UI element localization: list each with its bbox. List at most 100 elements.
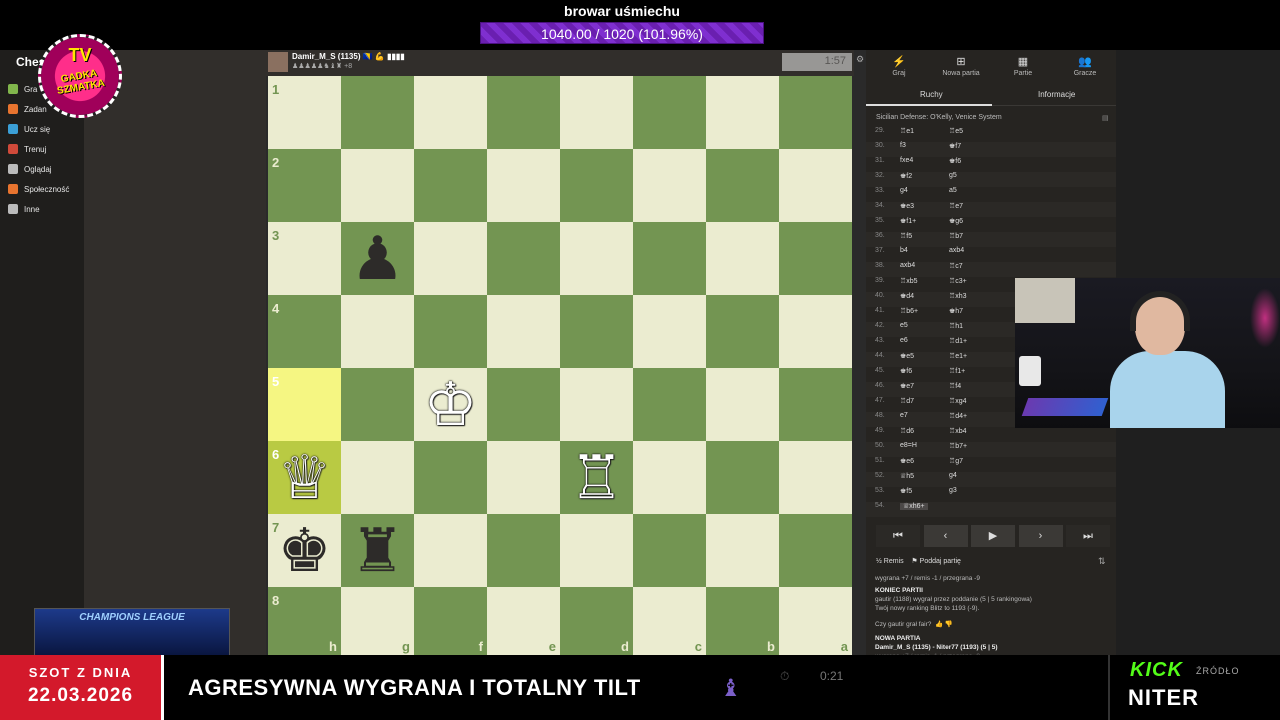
- square-f3[interactable]: [414, 222, 487, 295]
- square-g8[interactable]: g: [341, 587, 414, 656]
- square-b5[interactable]: [706, 368, 779, 441]
- remis-button[interactable]: ½ Remis: [876, 558, 904, 565]
- square-f4[interactable]: [414, 295, 487, 368]
- white-move[interactable]: ♚e3: [900, 202, 914, 210]
- square-g5[interactable]: [341, 368, 414, 441]
- white-move[interactable]: ♚e6: [900, 457, 914, 465]
- square-c1[interactable]: [633, 76, 706, 149]
- first-move-button[interactable]: ⏮: [876, 525, 920, 547]
- square-e7[interactable]: [487, 514, 560, 587]
- white-move[interactable]: e8=H: [900, 442, 917, 449]
- square-a5[interactable]: [779, 368, 852, 441]
- black-king[interactable]: ♚: [268, 514, 341, 587]
- thumbs-down-icon[interactable]: 👎: [945, 621, 953, 628]
- black-move[interactable]: ♖c3+: [949, 277, 967, 285]
- black-move[interactable]: ♖e7: [949, 202, 963, 210]
- square-d4[interactable]: [560, 295, 633, 368]
- black-move[interactable]: ♖f4: [949, 382, 961, 390]
- white-move[interactable]: axb4: [900, 262, 915, 269]
- square-h3[interactable]: 3: [268, 222, 341, 295]
- black-move[interactable]: ♖b7: [949, 232, 963, 240]
- black-move[interactable]: a5: [949, 187, 957, 194]
- white-move[interactable]: ♖d7: [900, 397, 914, 405]
- square-d3[interactable]: [560, 222, 633, 295]
- black-move[interactable]: axb4: [949, 247, 964, 254]
- opening-name[interactable]: Sicilian Defense: O'Kelly, Venice System: [876, 114, 1002, 121]
- top-player-name[interactable]: Damir_M_S (1135) 🇧🇦 💪 ▮▮▮▮: [292, 52, 405, 61]
- black-move[interactable]: ♚h7: [949, 307, 963, 315]
- square-g1[interactable]: [341, 76, 414, 149]
- square-b4[interactable]: [706, 295, 779, 368]
- square-e5[interactable]: [487, 368, 560, 441]
- black-move[interactable]: ♖g7: [949, 457, 963, 465]
- black-move[interactable]: ♖xg4: [949, 397, 967, 405]
- sidebar-item-6[interactable]: Inne: [8, 200, 40, 218]
- white-move[interactable]: ♚f6: [900, 367, 912, 375]
- square-f2[interactable]: [414, 149, 487, 222]
- white-move[interactable]: e6: [900, 337, 908, 344]
- white-move[interactable]: ♚e5: [900, 352, 914, 360]
- square-c2[interactable]: [633, 149, 706, 222]
- white-move[interactable]: ♖b6+: [900, 307, 918, 315]
- square-h2[interactable]: 2: [268, 149, 341, 222]
- square-e3[interactable]: [487, 222, 560, 295]
- square-h5[interactable]: 5: [268, 368, 341, 441]
- square-b2[interactable]: [706, 149, 779, 222]
- tab-0[interactable]: ⚡ Graj: [870, 55, 928, 77]
- square-f6[interactable]: [414, 441, 487, 514]
- square-b3[interactable]: [706, 222, 779, 295]
- square-c7[interactable]: [633, 514, 706, 587]
- black-move[interactable]: ♚f6: [949, 157, 961, 165]
- square-e1[interactable]: [487, 76, 560, 149]
- black-move[interactable]: g5: [949, 172, 957, 179]
- black-rook[interactable]: ♜: [341, 514, 414, 587]
- square-d7[interactable]: [560, 514, 633, 587]
- sidebar-item-4[interactable]: Oglądaj: [8, 160, 52, 178]
- black-move[interactable]: g3: [949, 487, 957, 494]
- square-f8[interactable]: f: [414, 587, 487, 656]
- tab-2[interactable]: ▦ Partie: [994, 55, 1052, 77]
- sidebar-item-3[interactable]: Trenuj: [8, 140, 46, 158]
- white-move[interactable]: b4: [900, 247, 908, 254]
- white-move[interactable]: ♖xb5: [900, 277, 918, 285]
- white-move[interactable]: ♚f5: [900, 487, 912, 495]
- square-a6[interactable]: [779, 441, 852, 514]
- tab-info[interactable]: Informacje: [1038, 90, 1075, 99]
- white-king[interactable]: ♔: [414, 368, 487, 441]
- square-d1[interactable]: [560, 76, 633, 149]
- tab-1[interactable]: ⊞ Nowa partia: [932, 55, 990, 77]
- black-move[interactable]: ♖d1+: [949, 337, 967, 345]
- square-a4[interactable]: [779, 295, 852, 368]
- white-move[interactable]: ♖e1: [900, 127, 914, 135]
- black-move[interactable]: ♚g6: [949, 217, 963, 225]
- square-g4[interactable]: [341, 295, 414, 368]
- square-a2[interactable]: [779, 149, 852, 222]
- tab-moves[interactable]: Ruchy: [920, 90, 943, 99]
- play-button[interactable]: ▶: [971, 525, 1015, 547]
- flip-board-icon[interactable]: ⇅: [1098, 556, 1106, 567]
- square-h4[interactable]: 4: [268, 295, 341, 368]
- gear-icon[interactable]: ⚙: [856, 54, 864, 65]
- square-d5[interactable]: [560, 368, 633, 441]
- square-a1[interactable]: [779, 76, 852, 149]
- square-c3[interactable]: [633, 222, 706, 295]
- black-move[interactable]: ♖xb4: [949, 427, 967, 435]
- thumbs-up-icon[interactable]: 👍: [935, 621, 943, 628]
- square-e8[interactable]: e: [487, 587, 560, 656]
- white-rook[interactable]: ♖: [560, 441, 633, 514]
- sidebar-item-5[interactable]: Społeczność: [8, 180, 69, 198]
- square-d8[interactable]: d: [560, 587, 633, 656]
- white-move[interactable]: ♕xh6+: [900, 502, 928, 510]
- square-e6[interactable]: [487, 441, 560, 514]
- square-g2[interactable]: [341, 149, 414, 222]
- square-c5[interactable]: [633, 368, 706, 441]
- black-move[interactable]: ♖f1+: [949, 367, 965, 375]
- square-a7[interactable]: [779, 514, 852, 587]
- black-move[interactable]: ♖e5: [949, 127, 963, 135]
- square-b6[interactable]: [706, 441, 779, 514]
- black-move[interactable]: ♖b7+: [949, 442, 967, 450]
- black-move[interactable]: ♖c7: [949, 262, 963, 270]
- white-move[interactable]: ♚d4: [900, 292, 914, 300]
- white-move[interactable]: ♚f1+: [900, 217, 916, 225]
- square-g6[interactable]: [341, 441, 414, 514]
